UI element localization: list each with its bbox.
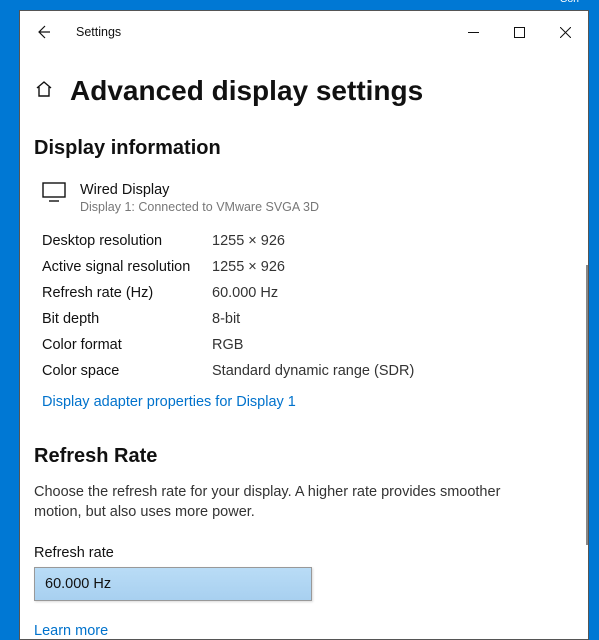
prop-label: Color space [42, 358, 212, 384]
window-title: Settings [66, 25, 450, 39]
display-block: Wired Display Display 1: Connected to VM… [34, 182, 572, 214]
page-header: Advanced display settings [34, 75, 572, 107]
prop-label: Active signal resolution [42, 254, 212, 280]
adapter-properties-link[interactable]: Display adapter properties for Display 1 [34, 394, 296, 410]
arrow-left-icon [35, 24, 51, 40]
refresh-rate-heading: Refresh Rate [34, 445, 572, 468]
refresh-rate-dropdown[interactable]: 60.000 Hz [34, 567, 312, 601]
prop-value: RGB [212, 332, 572, 358]
prop-value: Standard dynamic range (SDR) [212, 358, 572, 384]
prop-label: Refresh rate (Hz) [42, 280, 212, 306]
table-row: Color formatRGB [42, 332, 572, 358]
table-row: Color spaceStandard dynamic range (SDR) [42, 358, 572, 384]
scrollbar[interactable] [586, 265, 588, 545]
table-row: Desktop resolution1255 × 926 [42, 228, 572, 254]
learn-more-link[interactable]: Learn more [34, 623, 108, 639]
home-icon [34, 79, 54, 99]
close-icon [560, 27, 571, 38]
dropdown-value: 60.000 Hz [45, 576, 111, 592]
display-info-heading: Display information [34, 137, 572, 160]
table-row: Refresh rate (Hz)60.000 Hz [42, 280, 572, 306]
back-button[interactable] [20, 24, 66, 40]
close-button[interactable] [542, 16, 588, 48]
minimize-button[interactable] [450, 16, 496, 48]
prop-label: Desktop resolution [42, 228, 212, 254]
properties-table: Desktop resolution1255 × 926 Active sign… [34, 228, 572, 384]
table-row: Active signal resolution1255 × 926 [42, 254, 572, 280]
monitor-icon [42, 182, 66, 207]
prop-value: 8-bit [212, 306, 572, 332]
table-row: Bit depth8-bit [42, 306, 572, 332]
display-name: Wired Display [80, 182, 319, 198]
maximize-button[interactable] [496, 16, 542, 48]
titlebar: Settings [20, 11, 588, 53]
prop-label: Color format [42, 332, 212, 358]
settings-window: Settings Advanced display settings Displ… [19, 10, 589, 640]
refresh-rate-label: Refresh rate [34, 545, 572, 561]
display-subtitle: Display 1: Connected to VMware SVGA 3D [80, 200, 319, 214]
refresh-rate-description: Choose the refresh rate for your display… [34, 482, 504, 523]
prop-value: 1255 × 926 [212, 254, 572, 280]
minimize-icon [468, 27, 479, 38]
prop-value: 1255 × 926 [212, 228, 572, 254]
content-area: Advanced display settings Display inform… [20, 75, 588, 640]
external-fragment: Con [560, 0, 579, 5]
page-title: Advanced display settings [70, 75, 423, 107]
home-button[interactable] [34, 79, 54, 104]
window-controls [450, 16, 588, 48]
prop-label: Bit depth [42, 306, 212, 332]
maximize-icon [514, 27, 525, 38]
prop-value: 60.000 Hz [212, 280, 572, 306]
